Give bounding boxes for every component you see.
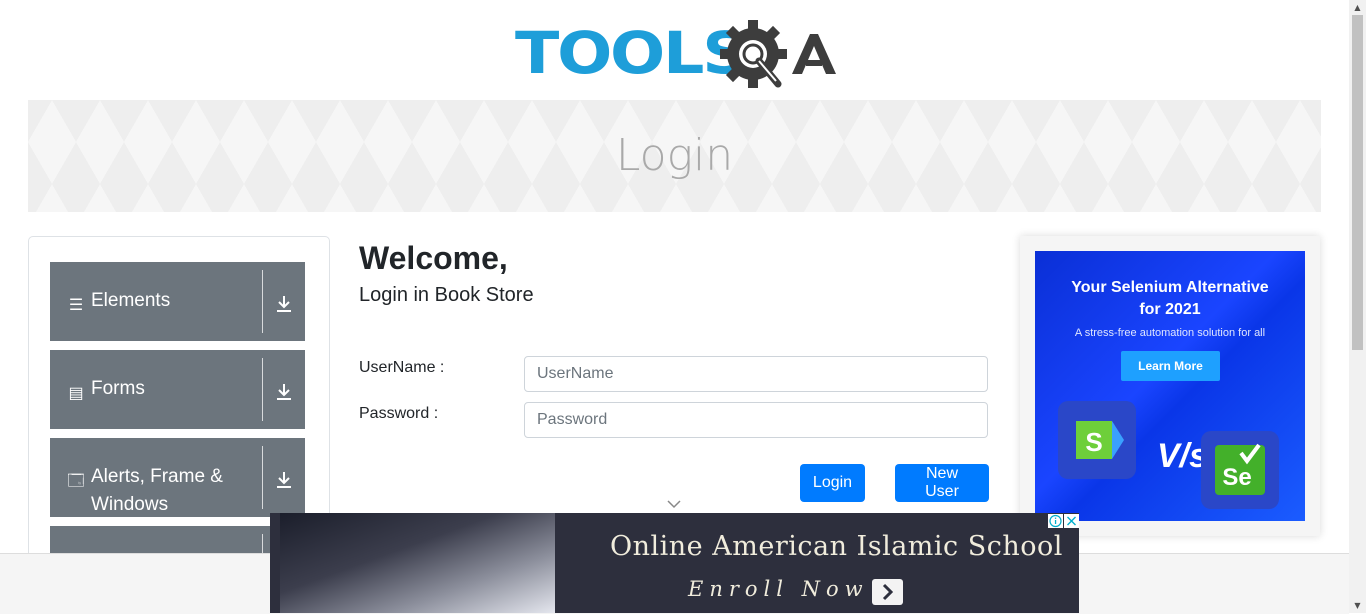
chevron-down-icon[interactable] <box>666 497 682 511</box>
sidebar-group-label: Elements <box>91 290 171 311</box>
ad-image <box>280 513 555 613</box>
side-advertisement[interactable]: Your Selenium Alternative for 2021 A str… <box>1020 236 1320 536</box>
sidebar-group-elements[interactable]: ☰ Elements <box>50 262 305 341</box>
welcome-heading: Welcome, <box>359 240 508 276</box>
download-arrow-icon[interactable] <box>272 292 296 316</box>
bottom-ad-cta[interactable]: Enroll Now <box>688 577 869 601</box>
page-title: Login <box>615 130 734 181</box>
divider <box>262 358 263 421</box>
toolsqa-logo[interactable]: TOOLS <box>515 16 836 90</box>
ad-info-icon[interactable] <box>1048 514 1063 528</box>
page-banner: Login <box>28 100 1321 212</box>
username-input[interactable] <box>524 356 988 392</box>
arrow-right-icon[interactable] <box>872 579 903 605</box>
ad-tagline: A stress-free automation solution for al… <box>1074 327 1266 339</box>
scrollbar-thumb[interactable] <box>1352 15 1363 350</box>
login-subheading: Login in Book Store <box>359 284 534 306</box>
window-icon: 🗔 <box>67 473 85 490</box>
sidebar-group-forms[interactable]: ▤ Forms <box>50 350 305 429</box>
selenium-icon: Se <box>1215 443 1265 495</box>
download-arrow-icon[interactable] <box>272 468 296 492</box>
tile-left-letter: S <box>1085 427 1102 457</box>
document-icon: ▤ <box>68 385 84 402</box>
username-label: UserName : <box>359 359 445 376</box>
new-user-button[interactable]: New User <box>895 464 989 502</box>
tile-right-letter: Se <box>1222 464 1251 491</box>
divider <box>262 446 263 509</box>
scroll-up-icon[interactable]: ▲ <box>1349 0 1366 15</box>
sidebar-group-label: Alerts, Frame & <box>91 466 223 487</box>
ad-close-icon[interactable] <box>1064 514 1079 528</box>
learn-more-button[interactable]: Learn More <box>1121 351 1220 381</box>
password-input[interactable] <box>524 402 988 438</box>
katalon-logo: S <box>1058 401 1136 479</box>
selenium-logo: Se <box>1201 431 1279 509</box>
katalon-icon: S <box>1076 421 1124 459</box>
ad-headline: Your Selenium Alternative <box>1071 279 1269 296</box>
ad-creative[interactable]: Your Selenium Alternative for 2021 A str… <box>1035 251 1305 521</box>
gear-magnifier-icon <box>720 20 836 88</box>
logo-text: TOOLS <box>515 19 749 87</box>
sidebar-group-label-line2: Windows <box>91 494 169 515</box>
sidebar-group-alerts-frame-windows[interactable]: 🗔 Alerts, Frame & Windows <box>50 438 305 517</box>
ad-headline-line2: for 2021 <box>1139 301 1201 318</box>
hamburger-icon: ☰ <box>68 297 84 314</box>
bottom-advertisement[interactable]: Online American Islamic School Enroll No… <box>270 513 1079 613</box>
login-button[interactable]: Login <box>800 464 865 502</box>
bottom-ad-headline: Online American Islamic School <box>610 531 1063 562</box>
sidebar-group-label: Forms <box>91 378 145 399</box>
vertical-scrollbar[interactable]: ▲ ▼ <box>1349 0 1366 613</box>
download-arrow-icon[interactable] <box>272 380 296 404</box>
scroll-down-icon[interactable]: ▼ <box>1349 598 1366 613</box>
password-label: Password : <box>359 405 439 422</box>
divider <box>262 270 263 333</box>
